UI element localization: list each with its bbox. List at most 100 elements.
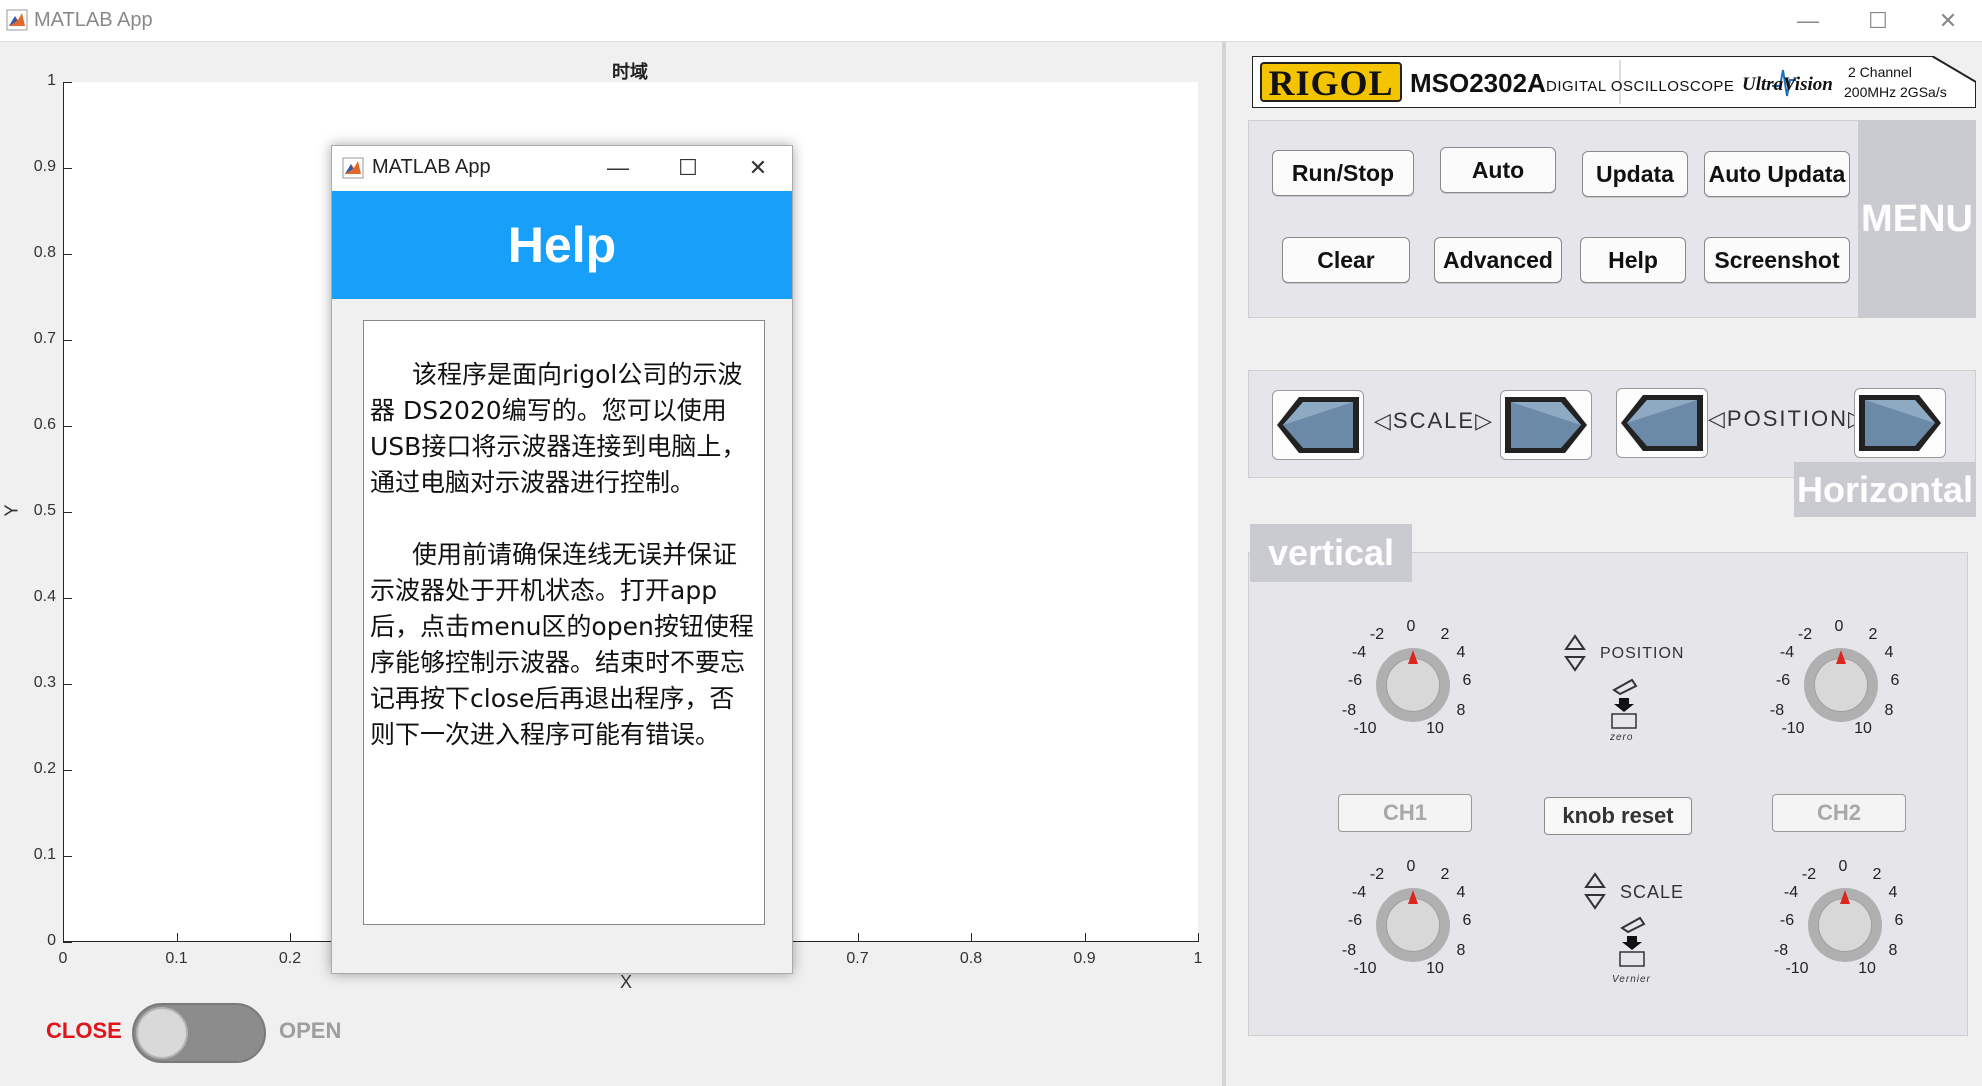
- knob-scale-label: -8: [1341, 702, 1357, 719]
- knob-scale-label: -8: [1769, 702, 1785, 719]
- matlab-icon: [6, 9, 28, 31]
- switch-knob[interactable]: [136, 1007, 188, 1059]
- knob-scale-label: 2: [1872, 866, 1882, 883]
- plot-title: 时域: [612, 62, 648, 82]
- knob-scale-label: -8: [1773, 942, 1789, 959]
- y-tick-mark: [63, 254, 72, 255]
- y-tick-label: 0.9: [33, 158, 56, 175]
- x-tick-label: 0.2: [278, 950, 302, 967]
- knob-cap[interactable]: [1814, 658, 1868, 712]
- ultravision-logo: UltraVision: [1742, 74, 1833, 95]
- run-stop-button[interactable]: Run/Stop: [1272, 150, 1414, 196]
- y-tick-mark: [63, 684, 72, 685]
- ch2-scale-knob[interactable]: -8 -6 -4 -2 0 2 4 6 8 10 -10: [1764, 858, 1924, 1000]
- x-tick-label: 0.9: [1073, 950, 1096, 967]
- maximize-icon[interactable]: ☐: [1860, 6, 1896, 36]
- knob-cap[interactable]: [1386, 658, 1440, 712]
- knob-scale-label: 2: [1440, 626, 1450, 643]
- x-tick-mark: [857, 933, 859, 942]
- y-axis-label: Y: [1, 504, 22, 517]
- knob-scale-label: 0: [1406, 858, 1416, 875]
- knob-dial[interactable]: [1376, 888, 1450, 962]
- x-tick-mark: [290, 933, 291, 942]
- right-arrow-icon: [1505, 397, 1587, 453]
- dialog-close-icon[interactable]: ✕: [742, 154, 774, 182]
- y-tick-mark: [63, 770, 72, 771]
- position-label: ◁POSITION▷: [1708, 406, 1867, 431]
- knob-scale-label: -2: [1369, 866, 1385, 883]
- knob-scale-label: 10: [1426, 960, 1444, 977]
- knob-scale-label: 2: [1868, 626, 1878, 643]
- y-tick-label: 0.2: [33, 760, 56, 777]
- knob-scale-label: -6: [1779, 912, 1795, 929]
- knob-dial[interactable]: [1376, 648, 1450, 722]
- help-paragraph-1: 该程序是面向rigol公司的示波器 DS2020编写的。您可以使用USB接口将示…: [370, 360, 747, 497]
- knob-scale-label: -10: [1353, 960, 1377, 977]
- x-tick-label: 0.8: [959, 950, 983, 967]
- ch1-button[interactable]: CH1: [1338, 794, 1472, 832]
- x-tick-label: 0.7: [846, 950, 869, 967]
- y-tick-mark: [63, 512, 72, 513]
- dialog-minimize-icon[interactable]: —: [602, 154, 634, 182]
- left-arrow-icon: [1621, 395, 1703, 451]
- knob-pointer-icon: [1840, 890, 1850, 904]
- up-down-icon: [1584, 872, 1606, 910]
- y-tick-label: 0.3: [33, 674, 56, 691]
- horizontal-tag: Horizontal: [1794, 462, 1976, 517]
- dialog-maximize-icon[interactable]: ☐: [672, 154, 704, 182]
- knob-scale-label: 10: [1854, 720, 1872, 737]
- ch2-button[interactable]: CH2: [1772, 794, 1906, 832]
- x-tick-mark: [176, 933, 178, 942]
- brand-banner: RIGOL MSO2302A DIGITAL OSCILLOSCOPE Ultr…: [1252, 56, 1976, 108]
- y-tick-label: 0.8: [33, 244, 56, 261]
- ch2-position-knob[interactable]: -8 -6 -4 -2 0 2 4 6 8 10 -10: [1760, 618, 1920, 760]
- minimize-icon[interactable]: —: [1790, 6, 1826, 36]
- x-axis-label: X: [620, 972, 633, 992]
- brand-description: DIGITAL OSCILLOSCOPE: [1546, 78, 1735, 95]
- close-icon[interactable]: ✕: [1930, 6, 1966, 36]
- x-tick-mark: [971, 933, 972, 942]
- auto-updata-button[interactable]: Auto Updata: [1704, 151, 1850, 197]
- zero-label: zero: [1610, 732, 1634, 743]
- help-button[interactable]: Help: [1580, 237, 1686, 283]
- position-left-button[interactable]: [1616, 388, 1708, 458]
- knob-cap[interactable]: [1818, 898, 1872, 952]
- switch-open-label: OPEN: [279, 1018, 342, 1043]
- connection-switch[interactable]: [132, 1003, 266, 1063]
- vertical-tag: vertical: [1250, 524, 1412, 582]
- x-tick-mark: [1084, 933, 1086, 942]
- knob-scale-label: 6: [1894, 912, 1904, 929]
- window-title: MATLAB App: [34, 9, 153, 31]
- y-tick-label: 0.7: [33, 330, 56, 347]
- auto-button[interactable]: Auto: [1440, 147, 1556, 193]
- knob-scale-label: -2: [1369, 626, 1385, 643]
- menu-tag: MENU: [1858, 120, 1976, 318]
- y-tick-mark: [63, 856, 72, 857]
- knob-scale-label: 4: [1888, 884, 1898, 901]
- knob-scale-label: -2: [1797, 626, 1813, 643]
- clear-button[interactable]: Clear: [1282, 237, 1410, 283]
- knob-scale-label: 8: [1456, 702, 1466, 719]
- knob-scale-label: -6: [1347, 672, 1363, 689]
- screenshot-button[interactable]: Screenshot: [1704, 237, 1850, 283]
- dialog-titlebar: MATLAB App — ☐ ✕: [332, 146, 792, 191]
- knob-scale-label: 6: [1890, 672, 1900, 689]
- advanced-button[interactable]: Advanced: [1434, 237, 1562, 283]
- scale-label: ◁SCALE▷: [1374, 408, 1494, 433]
- knob-dial[interactable]: [1804, 648, 1878, 722]
- knob-scale-label: 8: [1456, 942, 1466, 959]
- updata-button[interactable]: Updata: [1582, 151, 1688, 197]
- help-text-area[interactable]: 该程序是面向rigol公司的示波器 DS2020编写的。您可以使用USB接口将示…: [363, 320, 765, 925]
- y-tick-mark: [63, 598, 72, 599]
- brand-channels: 2 Channel: [1848, 64, 1912, 80]
- x-tick-mark: [63, 933, 64, 942]
- scale-right-button[interactable]: [1500, 390, 1592, 460]
- knob-reset-button[interactable]: knob reset: [1544, 797, 1692, 835]
- knob-cap[interactable]: [1386, 898, 1440, 952]
- position-right-button[interactable]: [1854, 388, 1946, 458]
- ch1-position-knob[interactable]: -8 -6 -4 -2 0 2 4 6 8 10 -10: [1332, 618, 1492, 760]
- scale-left-button[interactable]: [1272, 390, 1364, 460]
- knob-scale-label: -8: [1341, 942, 1357, 959]
- knob-dial[interactable]: [1808, 888, 1882, 962]
- ch1-scale-knob[interactable]: -8 -6 -4 -2 0 2 4 6 8 10 -10: [1332, 858, 1492, 1000]
